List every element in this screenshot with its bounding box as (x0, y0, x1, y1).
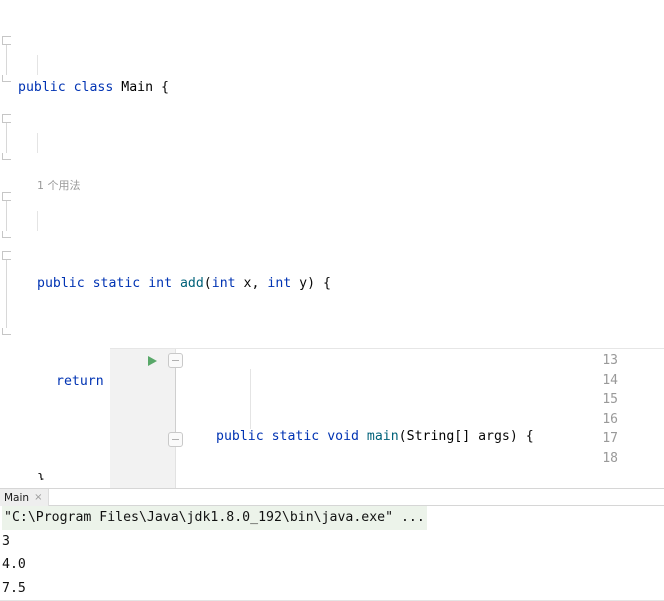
keyword-return: return (56, 374, 104, 390)
keyword-class: class (73, 80, 114, 96)
fold-region-start-icon[interactable] (2, 192, 11, 201)
usage-hint[interactable]: 1 个用法 (14, 176, 664, 196)
fold-region-start-icon[interactable] (2, 114, 11, 123)
fold-region-line (6, 123, 7, 153)
fold-region-line (6, 260, 7, 328)
paren-brace: ) { (307, 276, 331, 292)
paren: ( (203, 276, 212, 292)
paren-brace: ) { (509, 429, 534, 445)
keyword-int: int (267, 276, 292, 292)
keyword-public: public (18, 80, 66, 96)
keyword-void: void (327, 429, 359, 445)
closing-brace: } (37, 472, 45, 480)
keyword-static: static (92, 276, 141, 292)
sub-editor-gutter[interactable] (110, 349, 176, 488)
keyword-int: int (211, 276, 236, 292)
console-tab-bar[interactable]: Main × (0, 489, 664, 506)
param-args: args (478, 429, 510, 445)
fold-gutter[interactable] (0, 0, 14, 480)
fold-region-end-icon[interactable] (2, 153, 11, 160)
param-y: y (299, 276, 308, 292)
comma: , (251, 276, 268, 292)
fold-region-end-icon[interactable] (2, 328, 11, 335)
method-name-main: main (366, 429, 399, 445)
run-tool-window[interactable]: Main × "C:\Program Files\Java\jdk1.8.0_1… (0, 488, 664, 601)
console-output-line: 3 (2, 533, 10, 549)
code-line: public static void main(String[] args) { (176, 427, 664, 447)
method-name-add: add (179, 276, 204, 292)
fold-region-start-icon[interactable] (2, 251, 11, 260)
brace: { (153, 80, 169, 96)
close-icon[interactable]: × (34, 492, 42, 503)
console-output-area[interactable]: "C:\Program Files\Java\jdk1.8.0_192\bin\… (0, 506, 664, 601)
fold-region-end-icon[interactable] (2, 231, 11, 238)
keyword-static: static (271, 429, 320, 445)
sub-code-text-area[interactable]: public static void main(String[] args) {… (176, 349, 664, 488)
paren: ( (398, 429, 407, 445)
console-command-line: "C:\Program Files\Java\jdk1.8.0_192\bin\… (2, 506, 427, 530)
keyword-public: public (37, 276, 85, 292)
zoomed-code-fragment-panel[interactable]: 13 14 15 16 17 18 public static void mai… (110, 348, 664, 488)
console-output-line: 7.5 (2, 580, 26, 596)
ide-window: public class Main { 1 个用法 public static … (0, 0, 664, 601)
fold-region-line (6, 201, 7, 231)
code-line: public static int add(int x, int y) { (14, 274, 664, 294)
fold-region-end-icon[interactable] (2, 75, 11, 82)
console-tab-label: Main (4, 491, 30, 504)
usage-hint-label: 1 个用法 (37, 179, 81, 193)
console-command-row: "C:\Program Files\Java\jdk1.8.0_192\bin\… (0, 506, 664, 530)
fold-region-start-icon[interactable] (2, 36, 11, 45)
fold-region-line (6, 45, 7, 75)
class-name: Main (121, 80, 154, 96)
run-method-arrow-icon[interactable] (148, 356, 157, 366)
console-tab-main[interactable]: Main × (0, 489, 50, 506)
keyword-public: public (216, 429, 264, 445)
console-output-line: 4.0 (2, 557, 26, 572)
type-string-array: String[] (406, 429, 471, 445)
code-line: public class Main { (14, 78, 664, 98)
keyword-int: int (148, 276, 173, 292)
